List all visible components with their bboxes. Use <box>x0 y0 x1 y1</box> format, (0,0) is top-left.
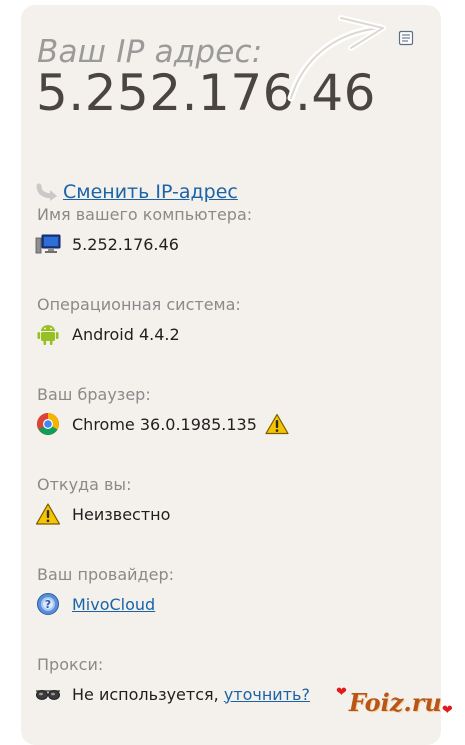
provider-row: ? MivoCloud <box>35 591 155 617</box>
os-value: Android 4.4.2 <box>72 324 180 344</box>
os-label: Операционная система: <box>37 295 241 314</box>
computer-name-label: Имя вашего компьютера: <box>37 205 253 224</box>
location-label: Откуда вы: <box>37 475 132 494</box>
watermark: ❤ Foiz.ru ❤ <box>336 686 453 720</box>
heart-icon: ❤ <box>336 685 347 700</box>
proxy-row: Не используется, уточнить? <box>35 681 310 707</box>
computer-icon <box>35 234 61 254</box>
android-icon <box>37 325 59 345</box>
heart-icon: ❤ <box>441 703 453 718</box>
provider-label: Ваш провайдер: <box>37 565 174 584</box>
location-value: Неизвестно <box>72 504 171 524</box>
proxy-label: Прокси: <box>37 655 104 674</box>
change-ip-link[interactable]: Сменить IP-адрес <box>63 181 238 203</box>
chrome-icon <box>37 413 59 435</box>
proxy-value: Не используется, <box>72 684 219 704</box>
browser-row: Chrome 36.0.1985.135 <box>35 411 289 437</box>
change-ip-action[interactable]: Сменить IP-адрес <box>36 181 238 203</box>
browser-value: Chrome 36.0.1985.135 <box>72 414 257 434</box>
info-globe-icon: ? <box>37 593 59 615</box>
provider-link[interactable]: MivoCloud <box>72 595 155 614</box>
browser-label: Ваш браузер: <box>37 385 151 404</box>
os-row: Android 4.4.2 <box>35 321 180 347</box>
computer-name-row: 5.252.176.46 <box>35 231 179 257</box>
copy-icon[interactable] <box>398 30 414 46</box>
decorative-arrow-icon <box>287 15 386 102</box>
watermark-text: Foiz.ru <box>348 688 442 717</box>
computer-name-value: 5.252.176.46 <box>72 234 179 254</box>
warning-icon <box>265 413 289 435</box>
proxy-clarify-link[interactable]: уточнить? <box>224 685 310 704</box>
glasses-icon <box>36 690 60 700</box>
location-row: Неизвестно <box>35 501 170 527</box>
change-arrow-icon <box>36 183 57 201</box>
svg-text:?: ? <box>45 598 51 611</box>
warning-icon <box>35 503 61 525</box>
